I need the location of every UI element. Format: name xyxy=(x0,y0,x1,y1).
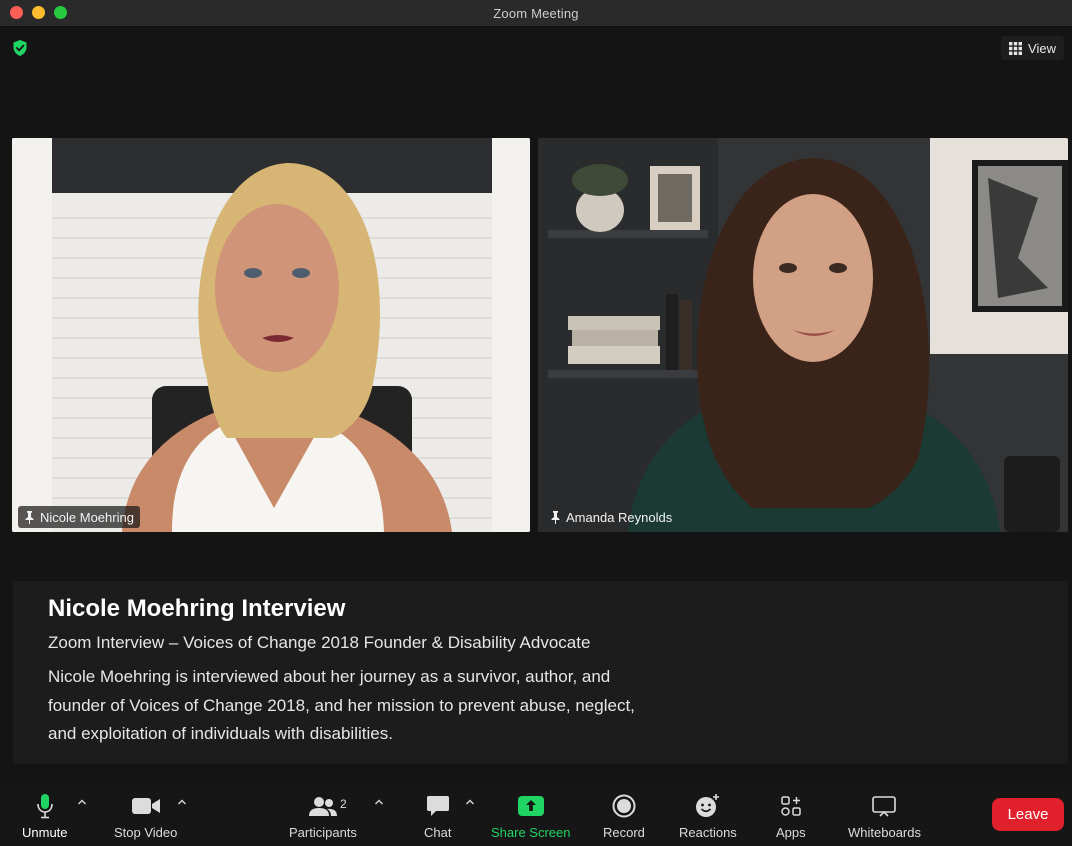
participant-name: Nicole Moehring xyxy=(40,509,134,525)
pin-icon xyxy=(25,510,34,524)
window-titlebar: Zoom Meeting xyxy=(0,0,1072,27)
caption-subtitle: Zoom Interview – Voices of Change 2018 F… xyxy=(48,633,591,652)
video-tile-amanda[interactable]: Amanda Reynolds xyxy=(538,138,1068,532)
apps-button[interactable]: Apps xyxy=(776,792,806,840)
share-arrow-icon xyxy=(517,796,544,816)
participant-name: Amanda Reynolds xyxy=(566,509,673,525)
people-icon xyxy=(308,797,337,816)
shield-icon[interactable] xyxy=(12,39,28,57)
reactions-label: Reactions xyxy=(679,825,737,840)
chevron-up-icon[interactable] xyxy=(374,798,384,806)
whiteboards-label: Whiteboards xyxy=(848,825,921,840)
window-controls xyxy=(10,6,67,19)
record-button[interactable]: Record xyxy=(603,792,645,840)
grid-icon xyxy=(1009,41,1023,55)
chat-label: Chat xyxy=(424,825,452,840)
participant-video-feed xyxy=(12,138,530,532)
chat-bubble-icon xyxy=(426,796,449,816)
leave-button[interactable]: Leave xyxy=(992,798,1064,831)
chevron-up-icon[interactable] xyxy=(177,798,187,806)
view-label: View xyxy=(1028,40,1056,56)
share-screen-label: Share Screen xyxy=(491,825,571,840)
reactions-button[interactable]: Reactions xyxy=(679,792,737,840)
unmute-label: Unmute xyxy=(22,825,68,840)
participant-name-tag: Nicole Moehring xyxy=(18,506,140,528)
microphone-icon xyxy=(36,794,53,819)
whiteboard-icon xyxy=(872,796,897,817)
participants-label: Participants xyxy=(289,825,357,840)
video-tile-nicole[interactable]: Nicole Moehring xyxy=(12,138,530,532)
window-title: Zoom Meeting xyxy=(493,5,579,21)
record-icon xyxy=(612,794,636,818)
apps-label: Apps xyxy=(776,825,806,840)
stop-video-label: Stop Video xyxy=(114,825,178,840)
caption-title: Nicole Moehring Interview xyxy=(48,595,346,622)
participant-count-badge: 2 xyxy=(340,797,347,811)
minimize-window-button[interactable] xyxy=(32,6,45,19)
whiteboards-button[interactable]: Whiteboards xyxy=(848,792,921,840)
participant-video-feed xyxy=(538,138,1068,532)
stop-video-button[interactable]: Stop Video xyxy=(114,792,177,840)
share-screen-button[interactable]: Share Screen xyxy=(491,792,571,840)
record-label: Record xyxy=(603,825,645,840)
chevron-up-icon[interactable] xyxy=(77,798,87,806)
meeting-toolbar: Unmute Stop Video Participants 2 Chat Sh… xyxy=(0,782,1072,846)
view-button[interactable]: View xyxy=(1001,36,1064,60)
caption-panel: Nicole Moehring Interview Zoom Interview… xyxy=(13,581,1068,764)
participant-name-tag: Amanda Reynolds xyxy=(544,506,678,528)
chat-button[interactable]: Chat xyxy=(424,792,451,840)
unmute-button[interactable]: Unmute xyxy=(22,792,68,840)
pin-icon xyxy=(551,510,560,524)
apps-icon xyxy=(781,796,801,816)
maximize-window-button[interactable] xyxy=(54,6,67,19)
close-window-button[interactable] xyxy=(10,6,23,19)
video-camera-icon xyxy=(131,798,160,814)
caption-description: Nicole Moehring is interviewed about her… xyxy=(48,667,635,743)
chevron-up-icon[interactable] xyxy=(465,798,475,806)
smiley-plus-icon xyxy=(695,794,719,817)
